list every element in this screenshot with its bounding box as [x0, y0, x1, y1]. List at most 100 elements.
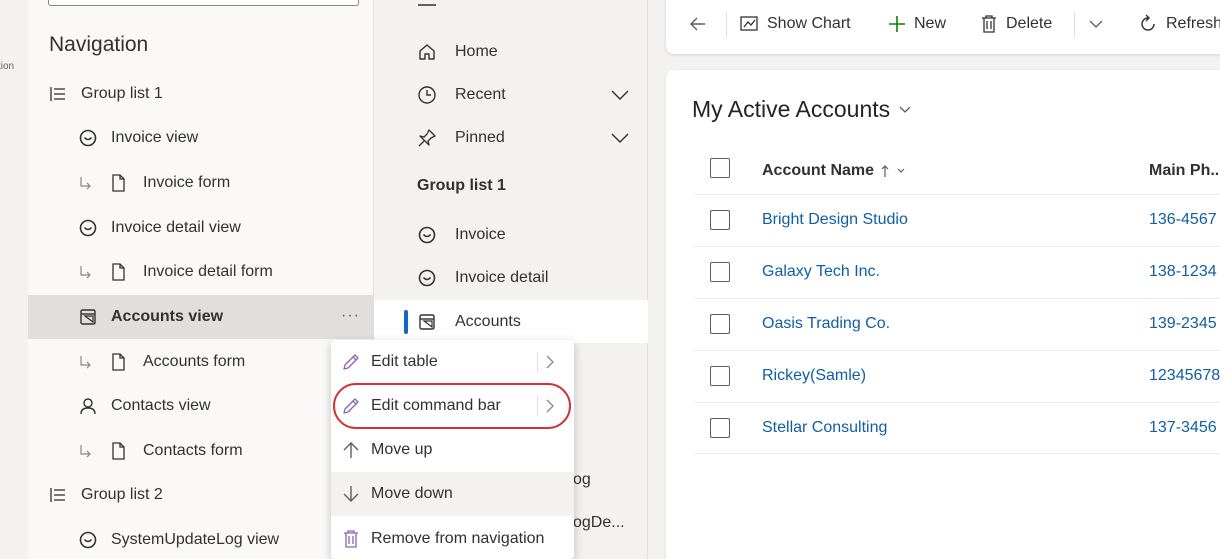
nav-item-label: Group list 1: [81, 85, 163, 102]
document-icon: [108, 173, 128, 193]
chevron-down-icon[interactable]: [610, 132, 630, 144]
clock-icon: [416, 84, 438, 106]
view-icon: [416, 224, 438, 246]
account-name-link[interactable]: Stellar Consulting: [762, 419, 887, 437]
phone-link[interactable]: 136-4567: [1149, 211, 1217, 229]
preview-home[interactable]: Home: [374, 30, 648, 73]
chart-icon: [740, 16, 758, 31]
nav-contacts-form[interactable]: Contacts form: [28, 429, 374, 473]
menu-item-move-down[interactable]: Move down: [331, 472, 574, 516]
hamburger-icon[interactable]: [416, 0, 438, 10]
document-icon: [108, 352, 128, 372]
nav-item-label: Accounts form: [143, 353, 246, 370]
preview-item-label: Invoice detail: [455, 268, 549, 286]
row-checkbox[interactable]: [710, 366, 730, 386]
refresh-button[interactable]: Refresh: [1138, 10, 1220, 38]
subpage-arrow-icon: [78, 264, 94, 280]
nav-group-list-1[interactable]: Group list 1: [28, 72, 374, 116]
phone-link[interactable]: 139-2345: [1149, 315, 1217, 333]
menu-item-remove-from-navigation[interactable]: Remove from navigation: [331, 517, 574, 559]
left-rail: tion: [0, 0, 28, 559]
table-row[interactable]: Bright Design Studio 136-4567: [694, 194, 1220, 246]
preview-invoice[interactable]: Invoice: [374, 213, 648, 256]
preview-pinned[interactable]: Pinned: [374, 116, 648, 159]
account-name-link[interactable]: Bright Design Studio: [762, 211, 908, 229]
preview-recent[interactable]: Recent: [374, 73, 648, 116]
menu-item-label: Edit table: [371, 353, 438, 370]
menu-item-move-up[interactable]: Move up: [331, 428, 574, 472]
preview-invoice-detail[interactable]: Invoice detail: [374, 256, 648, 299]
more-options-button[interactable]: ···: [341, 307, 360, 325]
nav-item-label: Invoice detail form: [143, 263, 273, 280]
document-icon: [108, 441, 128, 461]
menu-item-label: Remove from navigation: [371, 530, 545, 547]
table-row[interactable]: Galaxy Tech Inc. 138-1234: [694, 246, 1220, 298]
menu-item-edit-table[interactable]: Edit table: [331, 340, 574, 384]
more-commands-dropdown[interactable]: [1088, 10, 1104, 38]
account-name-link[interactable]: Rickey(Samle): [762, 367, 866, 385]
command-bar: Show Chart New Delete Refresh: [666, 0, 1220, 54]
account-name-link[interactable]: Galaxy Tech Inc.: [762, 263, 880, 281]
nav-item-label: Accounts view: [111, 308, 224, 325]
nav-accounts-view[interactable]: Accounts view ···: [28, 295, 374, 339]
phone-link[interactable]: 138-1234: [1149, 263, 1217, 281]
column-main-phone[interactable]: Main Ph...: [1149, 162, 1220, 180]
main-area: Show Chart New Delete Refresh My Active …: [648, 0, 1220, 559]
phone-link[interactable]: 137-3456: [1149, 419, 1217, 437]
chevron-down-icon: [1089, 20, 1103, 28]
plus-icon: [889, 16, 905, 32]
account-name-link[interactable]: Oasis Trading Co.: [762, 315, 890, 333]
preview-group-heading: Group list 1: [417, 177, 506, 194]
phone-link[interactable]: 12345678: [1149, 367, 1220, 385]
delete-button[interactable]: Delete: [980, 10, 1052, 38]
row-checkbox[interactable]: [710, 314, 730, 334]
menu-item-edit-command-bar[interactable]: Edit command bar: [331, 384, 574, 428]
row-checkbox[interactable]: [710, 210, 730, 230]
chevron-right-icon[interactable]: [537, 396, 561, 416]
nav-group-list-2[interactable]: Group list 2: [28, 473, 374, 517]
table-row[interactable]: Stellar Consulting 137-3456: [694, 402, 1220, 454]
person-icon: [78, 396, 98, 416]
table-row[interactable]: Rickey(Samle) 12345678: [694, 350, 1220, 402]
nav-invoice-view[interactable]: Invoice view: [28, 116, 374, 160]
select-all-checkbox[interactable]: [710, 158, 730, 178]
menu-item-label: Move down: [371, 485, 453, 502]
arrow-left-icon: [690, 17, 705, 31]
nav-item-label: Invoice form: [143, 174, 231, 191]
nav-invoice-form[interactable]: Invoice form: [28, 161, 374, 205]
subpage-arrow-icon: [78, 443, 94, 459]
table-row[interactable]: Oasis Trading Co. 139-2345: [694, 298, 1220, 350]
context-menu: Edit table Edit command bar Move up Move…: [331, 340, 574, 559]
sort-ascending-icon: [881, 165, 889, 177]
nav-invoice-detail-view[interactable]: Invoice detail view: [28, 206, 374, 250]
view-title: My Active Accounts: [692, 96, 891, 122]
row-checkbox[interactable]: [710, 262, 730, 282]
column-account-name[interactable]: Account Name: [762, 162, 906, 180]
chevron-right-icon[interactable]: [537, 352, 561, 372]
chevron-down-icon[interactable]: [610, 89, 630, 101]
new-button[interactable]: New: [888, 10, 946, 38]
command-separator: [726, 12, 727, 38]
rail-label: tion: [0, 61, 15, 72]
pin-icon: [416, 127, 438, 149]
document-icon: [108, 262, 128, 282]
preview-truncated-label: og: [573, 471, 591, 488]
preview-item-label: Invoice: [455, 225, 506, 243]
view-selector[interactable]: My Active Accounts: [692, 96, 912, 123]
nav-invoice-detail-form[interactable]: Invoice detail form: [28, 250, 374, 294]
trash-icon: [341, 529, 361, 549]
search-input[interactable]: [48, 0, 359, 6]
preview-accounts[interactable]: Accounts: [374, 300, 648, 343]
show-chart-button[interactable]: Show Chart: [739, 10, 851, 38]
nav-accounts-form[interactable]: Accounts form: [28, 340, 374, 384]
nav-item-label: SystemUpdateLog view: [111, 531, 280, 548]
nav-systemupdatelog-view[interactable]: SystemUpdateLog view: [28, 518, 374, 559]
grid-card: My Active Accounts Account Name Main Ph.…: [666, 70, 1220, 559]
new-label: New: [914, 15, 947, 32]
row-checkbox[interactable]: [710, 418, 730, 438]
pencil-icon: [341, 396, 361, 416]
delete-label: Delete: [1006, 15, 1053, 32]
nav-contacts-view[interactable]: Contacts view: [28, 384, 374, 428]
back-button[interactable]: [688, 10, 708, 38]
subpage-arrow-icon: [78, 354, 94, 370]
